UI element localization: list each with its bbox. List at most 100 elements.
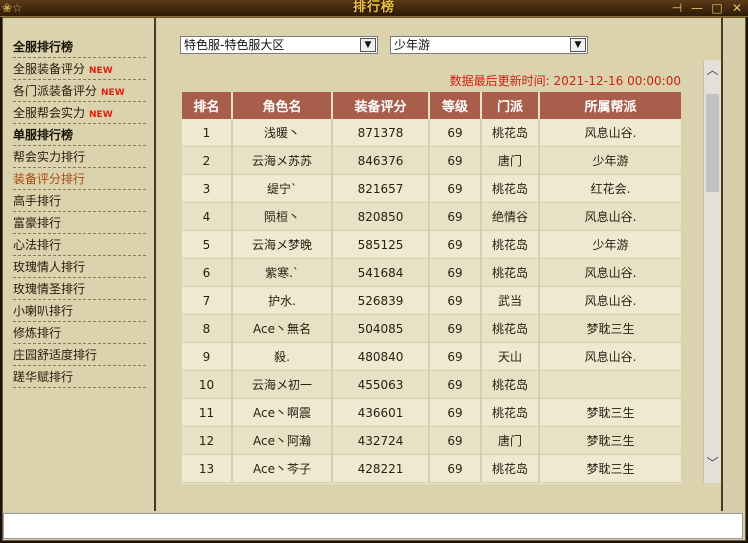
cell-guild: 风息山谷.: [539, 202, 681, 231]
table-scrollbar[interactable]: ︿ ﹀: [703, 60, 721, 483]
cell-rank: 6: [182, 258, 233, 287]
ranking-table: 排名 角色名 装备评分 等级 门派 所属帮派 1 浅暖丶 871378 69 桃花岛 风息…: [182, 92, 681, 483]
table-row[interactable]: 10 云海メ初一 455063 69 桃花岛: [182, 370, 681, 399]
chevron-up-icon[interactable]: ︿: [704, 62, 721, 78]
cell-level: 69: [429, 314, 482, 343]
cell-level: 69: [429, 286, 482, 315]
cell-score: 428221: [332, 454, 430, 483]
ranking-table-area: 排名 角色名 装备评分 等级 门派 所属帮派 1 浅暖丶 871378 69 桃花岛 风息…: [182, 92, 681, 484]
cell-rank: 11: [182, 398, 233, 427]
table-row[interactable]: 3 缇宁` 821657 69 桃花岛 红花会.: [182, 174, 681, 203]
cell-name: 陨桓丶: [232, 202, 333, 231]
cell-score: 526839: [332, 286, 430, 315]
cell-school: 桃花岛: [481, 398, 540, 427]
sidebar-item: 单服排行榜: [13, 124, 146, 146]
new-badge: NEW: [101, 88, 125, 98]
scrollbar-thumb[interactable]: [706, 94, 719, 192]
sidebar-item[interactable]: 富豪排行: [13, 212, 146, 234]
sidebar-item[interactable]: 高手排行: [13, 190, 146, 212]
cell-name: 殺.: [232, 342, 333, 371]
column-header-name[interactable]: 角色名: [232, 92, 333, 119]
cell-name: 云海メ梦晚: [232, 230, 333, 259]
cell-score: 455063: [332, 370, 430, 399]
table-row[interactable]: 11 Ace丶啊震 436601 69 桃花岛 梦耽三生: [182, 398, 681, 427]
cell-score: 432724: [332, 426, 430, 455]
sidebar-item[interactable]: 全服帮会实力 NEW: [13, 102, 146, 124]
sidebar-item[interactable]: 修炼排行: [13, 322, 146, 344]
sidebar-item[interactable]: 装备评分排行: [13, 168, 146, 190]
cell-name: 护水.: [232, 286, 333, 315]
cell-name: Ace丶啊震: [232, 398, 333, 427]
cell-school: 武当: [481, 286, 540, 315]
table-row[interactable]: 12 Ace丶阿瀚 432724 69 唐门 梦耽三生: [182, 426, 681, 455]
cell-level: 69: [429, 146, 482, 175]
cell-rank: 8: [182, 314, 233, 343]
table-row[interactable]: 2 云海メ苏苏 846376 69 唐门 少年游: [182, 146, 681, 175]
table-row[interactable]: 13 Ace丶芩子 428221 69 桃花岛 梦耽三生: [182, 454, 681, 483]
table-body: 1 浅暖丶 871378 69 桃花岛 风息山谷. 2 云海メ苏苏 846376 69 唐门 少年游 3…: [182, 119, 681, 483]
table-row[interactable]: 7 护水. 526839 69 武当 风息山谷.: [182, 286, 681, 315]
cell-school: 桃花岛: [481, 174, 540, 203]
cell-guild: [539, 370, 681, 399]
table-row[interactable]: 6 紫寒.` 541684 69 桃花岛 风息山谷.: [182, 258, 681, 287]
update-time: 数据最后更新时间: 2021-12-16 00:00:00: [450, 72, 681, 89]
column-header-level[interactable]: 等级: [429, 92, 482, 119]
update-time-label: 数据最后更新时间:: [449, 74, 550, 88]
cell-rank: 7: [182, 286, 233, 315]
chevron-down-icon[interactable]: ▼: [570, 38, 586, 52]
cell-score: 821657: [332, 174, 430, 203]
sidebar-item-label: 装备评分排行: [13, 172, 86, 186]
cell-school: 桃花岛: [481, 230, 540, 259]
close-icon[interactable]: ✕: [730, 0, 744, 16]
column-header-guild[interactable]: 所属帮派: [539, 92, 681, 119]
cell-name: Ace丶阿瀚: [232, 426, 333, 455]
column-header-school[interactable]: 门派: [481, 92, 540, 119]
cell-level: 69: [429, 342, 482, 371]
cell-name: Ace丶芩子: [232, 454, 333, 483]
cell-score: 820850: [332, 202, 430, 231]
table-row[interactable]: 4 陨桓丶 820850 69 绝情谷 风息山谷.: [182, 202, 681, 231]
title-bar: ❀☆ 排行榜 ⊣ — □ ✕: [0, 0, 748, 17]
sidebar-item[interactable]: 庄园舒适度排行: [13, 344, 146, 366]
new-badge: NEW: [89, 66, 113, 76]
cell-rank: 4: [182, 202, 233, 231]
window-title: 排行榜: [352, 0, 395, 15]
cell-school: 桃花岛: [481, 258, 540, 287]
sidebar-item[interactable]: 全服装备评分 NEW: [13, 58, 146, 80]
chevron-down-icon[interactable]: ﹀: [704, 455, 721, 471]
cell-guild: 梦耽三生: [539, 454, 681, 483]
table-row[interactable]: 9 殺. 480840 69 天山 风息山谷.: [182, 342, 681, 371]
cell-guild: 风息山谷.: [539, 286, 681, 315]
sidebar-item-label: 庄园舒适度排行: [13, 348, 98, 362]
table-row[interactable]: 5 云海メ梦晚 585125 69 桃花岛 少年游: [182, 230, 681, 259]
sidebar-item[interactable]: 各门派装备评分 NEW: [13, 80, 146, 102]
column-header-rank[interactable]: 排名: [182, 92, 233, 119]
cell-guild: 风息山谷.: [539, 342, 681, 371]
column-header-score[interactable]: 装备评分: [332, 92, 430, 119]
cell-level: 69: [429, 454, 482, 483]
chevron-down-icon[interactable]: ▼: [360, 38, 376, 52]
sidebar-item: 全服排行榜: [13, 36, 146, 58]
cell-score: 846376: [332, 146, 430, 175]
sidebar-item-label: 全服装备评分: [13, 62, 86, 76]
sidebar-item[interactable]: 蹉华赋排行: [13, 366, 146, 388]
pin-icon[interactable]: ⊣: [670, 0, 684, 16]
server-group-select[interactable]: 少年游 ▼: [390, 36, 588, 54]
minimize-icon[interactable]: —: [690, 0, 704, 16]
cell-school: 绝情谷: [481, 202, 540, 231]
table-row[interactable]: 1 浅暖丶 871378 69 桃花岛 风息山谷.: [182, 119, 681, 147]
sidebar-item-label: 帮会实力排行: [13, 150, 86, 164]
cell-rank: 9: [182, 342, 233, 371]
new-badge: NEW: [89, 110, 113, 120]
table-row[interactable]: 8 Ace丶無名 504085 69 桃花岛 梦耽三生: [182, 314, 681, 343]
sidebar-item-label: 心法排行: [13, 238, 62, 252]
sidebar-item[interactable]: 帮会实力排行: [13, 146, 146, 168]
sidebar-item[interactable]: 玫瑰情圣排行: [13, 278, 146, 300]
maximize-icon[interactable]: □: [710, 0, 724, 16]
sidebar-item[interactable]: 小喇叭排行: [13, 300, 146, 322]
table-header-row: 排名 角色名 装备评分 等级 门派 所属帮派: [182, 92, 681, 119]
cell-level: 69: [429, 230, 482, 259]
server-select[interactable]: 特色服-特色服大区 ▼: [180, 36, 378, 54]
sidebar-item[interactable]: 玫瑰情人排行: [13, 256, 146, 278]
sidebar-item[interactable]: 心法排行: [13, 234, 146, 256]
